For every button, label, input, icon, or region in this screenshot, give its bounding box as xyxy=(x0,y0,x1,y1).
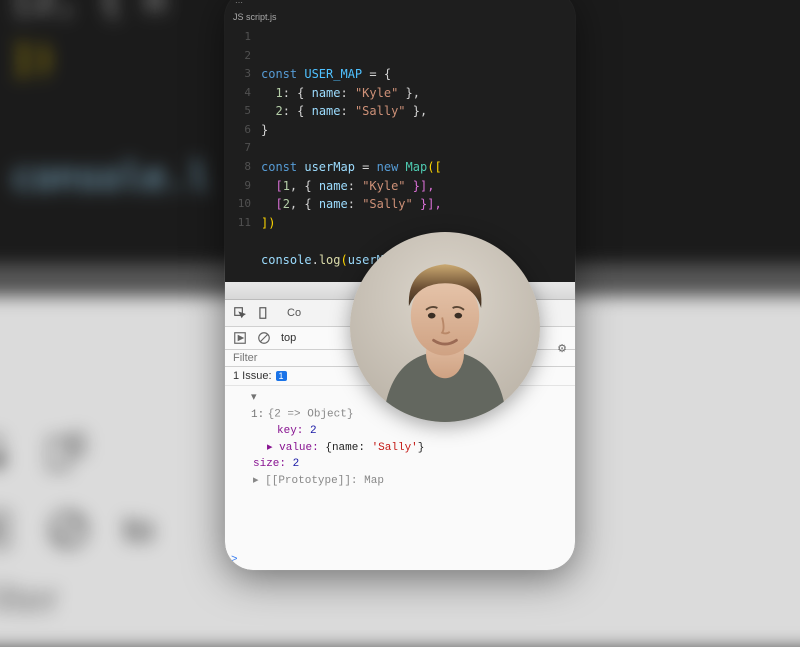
console-tab[interactable]: Co xyxy=(281,304,307,322)
editor-titlebar: ⋯ xyxy=(225,0,575,9)
clear-icon[interactable] xyxy=(257,331,271,345)
device-icon[interactable] xyxy=(257,306,271,320)
inspect-icon xyxy=(0,431,13,476)
filter-label-bg: Filter xyxy=(0,577,59,623)
context-selector[interactable]: top xyxy=(281,332,296,344)
console-prompt[interactable]: > xyxy=(231,554,238,566)
device-icon xyxy=(44,431,89,476)
clear-icon xyxy=(46,507,91,552)
inspect-icon[interactable] xyxy=(233,306,247,320)
play-icon[interactable] xyxy=(233,331,247,345)
play-icon xyxy=(0,507,13,552)
gear-icon[interactable]: ⚙ xyxy=(557,342,567,355)
context-label-bg: to xyxy=(124,509,155,551)
issues-badge: 1 xyxy=(276,371,287,381)
line-gutter: 1234567891011 xyxy=(231,28,251,232)
editor-tab-script[interactable]: JS script.js xyxy=(225,9,575,24)
presenter-webcam xyxy=(350,232,540,422)
